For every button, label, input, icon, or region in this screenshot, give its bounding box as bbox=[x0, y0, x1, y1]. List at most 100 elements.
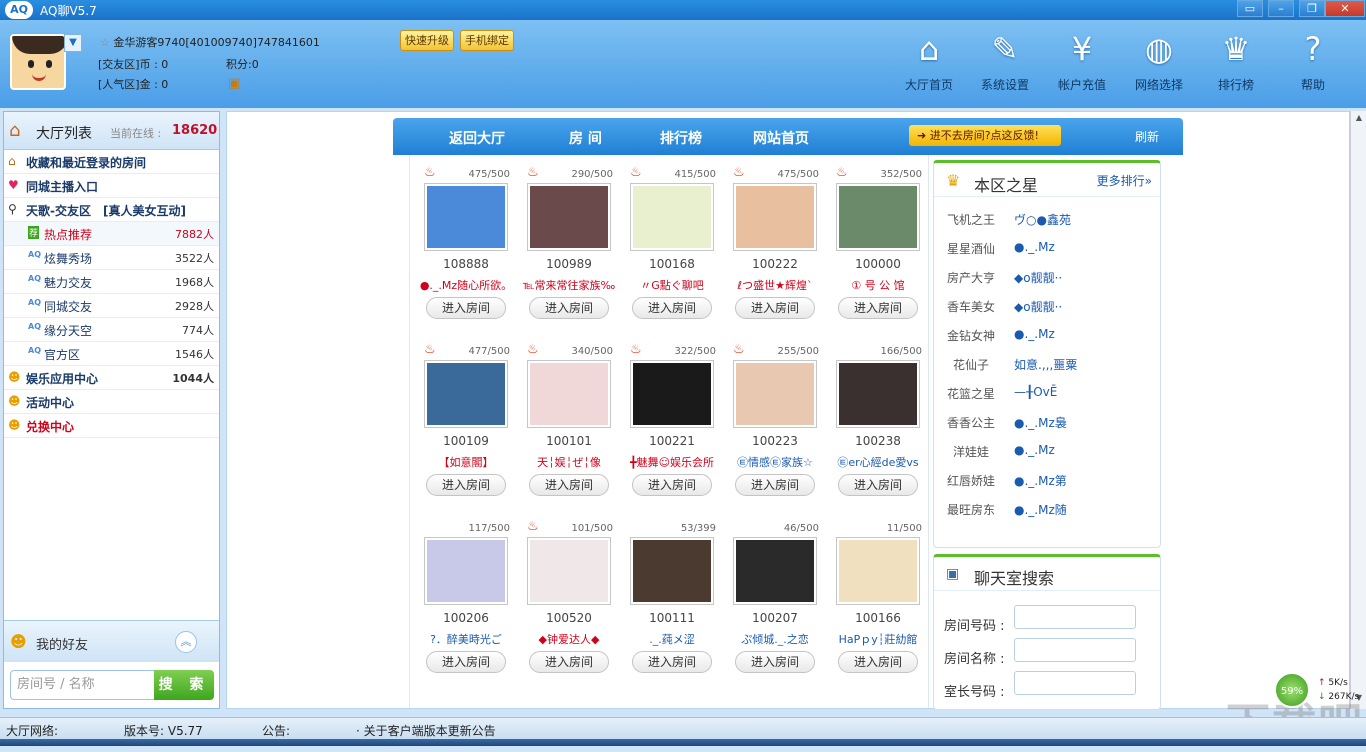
bind-phone-button[interactable]: 手机绑定 bbox=[460, 30, 514, 51]
room-name-input[interactable] bbox=[1014, 638, 1136, 662]
enter-room-button[interactable]: 进入房间 bbox=[632, 474, 712, 496]
sidebar-item[interactable]: ☻娱乐应用中心1044人 bbox=[4, 366, 219, 390]
restore-button[interactable]: ▭ bbox=[1237, 0, 1263, 17]
enter-room-button[interactable]: 进入房间 bbox=[838, 474, 918, 496]
enter-room-button[interactable]: 进入房间 bbox=[735, 474, 815, 496]
room-thumbnail[interactable] bbox=[424, 183, 508, 251]
room-name[interactable]: ℡常来常往家族‰ bbox=[519, 277, 619, 293]
room-thumbnail[interactable] bbox=[630, 183, 714, 251]
star-user[interactable]: —╂OvĒ bbox=[1014, 385, 1057, 399]
room-name[interactable]: HaPｐy┆莊糼館 bbox=[828, 631, 928, 647]
hall-search-button[interactable]: 搜 索 bbox=[154, 670, 214, 700]
maximize-button[interactable]: ❐ bbox=[1299, 0, 1325, 17]
enter-room-button[interactable]: 进入房间 bbox=[426, 474, 506, 496]
sidebar-item[interactable]: ⌂收藏和最近登录的房间 bbox=[4, 150, 219, 174]
nav-settings[interactable]: ✎系统设置 bbox=[972, 26, 1038, 93]
star-user[interactable]: 如意.,,,噩粟 bbox=[1014, 356, 1077, 373]
star-user[interactable]: ●._.Mz随 bbox=[1014, 501, 1067, 518]
notice-text[interactable]: · 关于客户端版本更新公告 bbox=[356, 722, 496, 739]
room-name[interactable]: ╋魅舞☺娱乐会所 bbox=[622, 454, 722, 470]
tab-rank[interactable]: 排行榜 bbox=[660, 128, 702, 148]
room-thumbnail[interactable] bbox=[836, 183, 920, 251]
room-thumbnail[interactable] bbox=[527, 183, 611, 251]
room-thumbnail[interactable] bbox=[424, 537, 508, 605]
tab-rooms[interactable]: 房 间 bbox=[569, 128, 602, 148]
star-user[interactable]: ●._.Mz bbox=[1014, 443, 1055, 457]
tab-back-hall[interactable]: 返回大厅 bbox=[449, 128, 505, 148]
room-name[interactable]: ㉫情感㉫家族☆ bbox=[725, 454, 825, 470]
star-user[interactable]: ●._.Mz bbox=[1014, 327, 1055, 341]
room-thumbnail[interactable] bbox=[630, 537, 714, 605]
room-name[interactable]: 〃G點ぐ聊吧 bbox=[622, 277, 722, 293]
star-user[interactable]: ヴ○●鑫苑 bbox=[1014, 211, 1071, 228]
sidebar-item[interactable]: ♥同城主播入口 bbox=[4, 174, 219, 198]
enter-room-button[interactable]: 进入房间 bbox=[838, 297, 918, 319]
room-thumbnail[interactable] bbox=[836, 537, 920, 605]
nav-home[interactable]: ⌂大厅首页 bbox=[896, 26, 962, 93]
room-thumbnail[interactable] bbox=[733, 360, 817, 428]
owner-number-input[interactable] bbox=[1014, 671, 1136, 695]
sidebar-item[interactable]: AQ炫舞秀场3522人 bbox=[4, 246, 219, 270]
enter-room-button[interactable]: 进入房间 bbox=[529, 297, 609, 319]
scrollbar[interactable]: ▲ ▼ bbox=[1350, 111, 1366, 709]
nav-help[interactable]: ?帮助 bbox=[1280, 26, 1346, 93]
room-name[interactable]: ._.莼メ涩 bbox=[622, 631, 722, 647]
room-thumbnail[interactable] bbox=[733, 537, 817, 605]
room-name[interactable]: ◆钟爱达人◆ bbox=[519, 631, 619, 647]
avatar[interactable] bbox=[10, 34, 66, 90]
nav-rank[interactable]: ♛排行榜 bbox=[1203, 26, 1269, 93]
room-name[interactable]: ㉫er心經de愛vs bbox=[828, 454, 928, 470]
star-user[interactable]: ●._.Mz第 bbox=[1014, 472, 1067, 489]
tab-site-home[interactable]: 网站首页 bbox=[753, 128, 809, 148]
feedback-button[interactable]: ➜ 进不去房间?点这反馈! bbox=[909, 125, 1061, 146]
room-name[interactable]: 【如意閣】 bbox=[416, 454, 516, 470]
sidebar-item[interactable]: 荐热点推荐7882人 bbox=[4, 222, 219, 246]
status-dropdown-button[interactable]: ▼ bbox=[64, 34, 82, 52]
sidebar-item[interactable]: ☻活动中心 bbox=[4, 390, 219, 414]
star-user[interactable]: ◆o靓靓·· bbox=[1014, 298, 1062, 315]
room-thumbnail[interactable] bbox=[836, 360, 920, 428]
sidebar-item[interactable]: AQ缘分天空774人 bbox=[4, 318, 219, 342]
close-button[interactable]: ✕ bbox=[1325, 0, 1365, 17]
room-thumbnail[interactable] bbox=[424, 360, 508, 428]
enter-room-button[interactable]: 进入房间 bbox=[632, 297, 712, 319]
room-name[interactable]: ℓつ盛世★辉煌` bbox=[725, 277, 825, 293]
enter-room-button[interactable]: 进入房间 bbox=[529, 651, 609, 673]
sidebar-item[interactable]: ☻兑换中心 bbox=[4, 414, 219, 438]
upgrade-button[interactable]: 快速升级 bbox=[400, 30, 454, 51]
enter-room-button[interactable]: 进入房间 bbox=[838, 651, 918, 673]
room-name[interactable]: 天╎娱╎ぜ╎像 bbox=[519, 454, 619, 470]
enter-room-button[interactable]: 进入房间 bbox=[426, 651, 506, 673]
refresh-link[interactable]: 刷新 bbox=[1135, 128, 1159, 145]
sidebar-item[interactable]: AQ魅力交友1968人 bbox=[4, 270, 219, 294]
room-number-input[interactable] bbox=[1014, 605, 1136, 629]
room-name[interactable]: ?．醉美時光ご bbox=[416, 631, 516, 647]
room-name[interactable]: ●._.Mz随心所欲。 bbox=[416, 277, 516, 293]
nav-network[interactable]: ◍网络选择 bbox=[1126, 26, 1192, 93]
collapse-toggle-icon[interactable]: ︽ bbox=[175, 631, 197, 653]
enter-room-button[interactable]: 进入房间 bbox=[632, 651, 712, 673]
friends-bar[interactable]: ☻ 我的好友 ︽ bbox=[4, 620, 219, 662]
room-thumbnail[interactable] bbox=[630, 360, 714, 428]
more-rank-link[interactable]: 更多排行» bbox=[1097, 172, 1152, 189]
enter-room-button[interactable]: 进入房间 bbox=[735, 297, 815, 319]
minimize-button[interactable]: – bbox=[1268, 0, 1294, 17]
room-thumbnail[interactable] bbox=[527, 360, 611, 428]
enter-room-button[interactable]: 进入房间 bbox=[529, 474, 609, 496]
nav-recharge[interactable]: ¥帐户充值 bbox=[1049, 26, 1115, 93]
sidebar-item[interactable]: AQ同城交友2928人 bbox=[4, 294, 219, 318]
sidebar-item[interactable]: AQ官方区1546人 bbox=[4, 342, 219, 366]
gift-icon[interactable]: ▣ bbox=[228, 76, 240, 91]
sidebar-item[interactable]: ⚲天歌-交友区 [真人美女互动] bbox=[4, 198, 219, 222]
star-user[interactable]: ◆o靓靓·· bbox=[1014, 269, 1062, 286]
room-name[interactable]: ① 号 公 馆 bbox=[828, 277, 928, 293]
room-name[interactable]: ぷ倾城._.之恋 bbox=[725, 631, 825, 647]
star-user[interactable]: ●._.Mz bbox=[1014, 240, 1055, 254]
enter-room-button[interactable]: 进入房间 bbox=[426, 297, 506, 319]
room-thumbnail[interactable] bbox=[527, 537, 611, 605]
hall-search-input[interactable]: 房间号 / 名称 bbox=[10, 670, 155, 700]
star-user[interactable]: ●._.Mz裊 bbox=[1014, 414, 1067, 431]
scroll-up-icon[interactable]: ▲ bbox=[1353, 113, 1365, 125]
enter-room-button[interactable]: 进入房间 bbox=[735, 651, 815, 673]
room-thumbnail[interactable] bbox=[733, 183, 817, 251]
